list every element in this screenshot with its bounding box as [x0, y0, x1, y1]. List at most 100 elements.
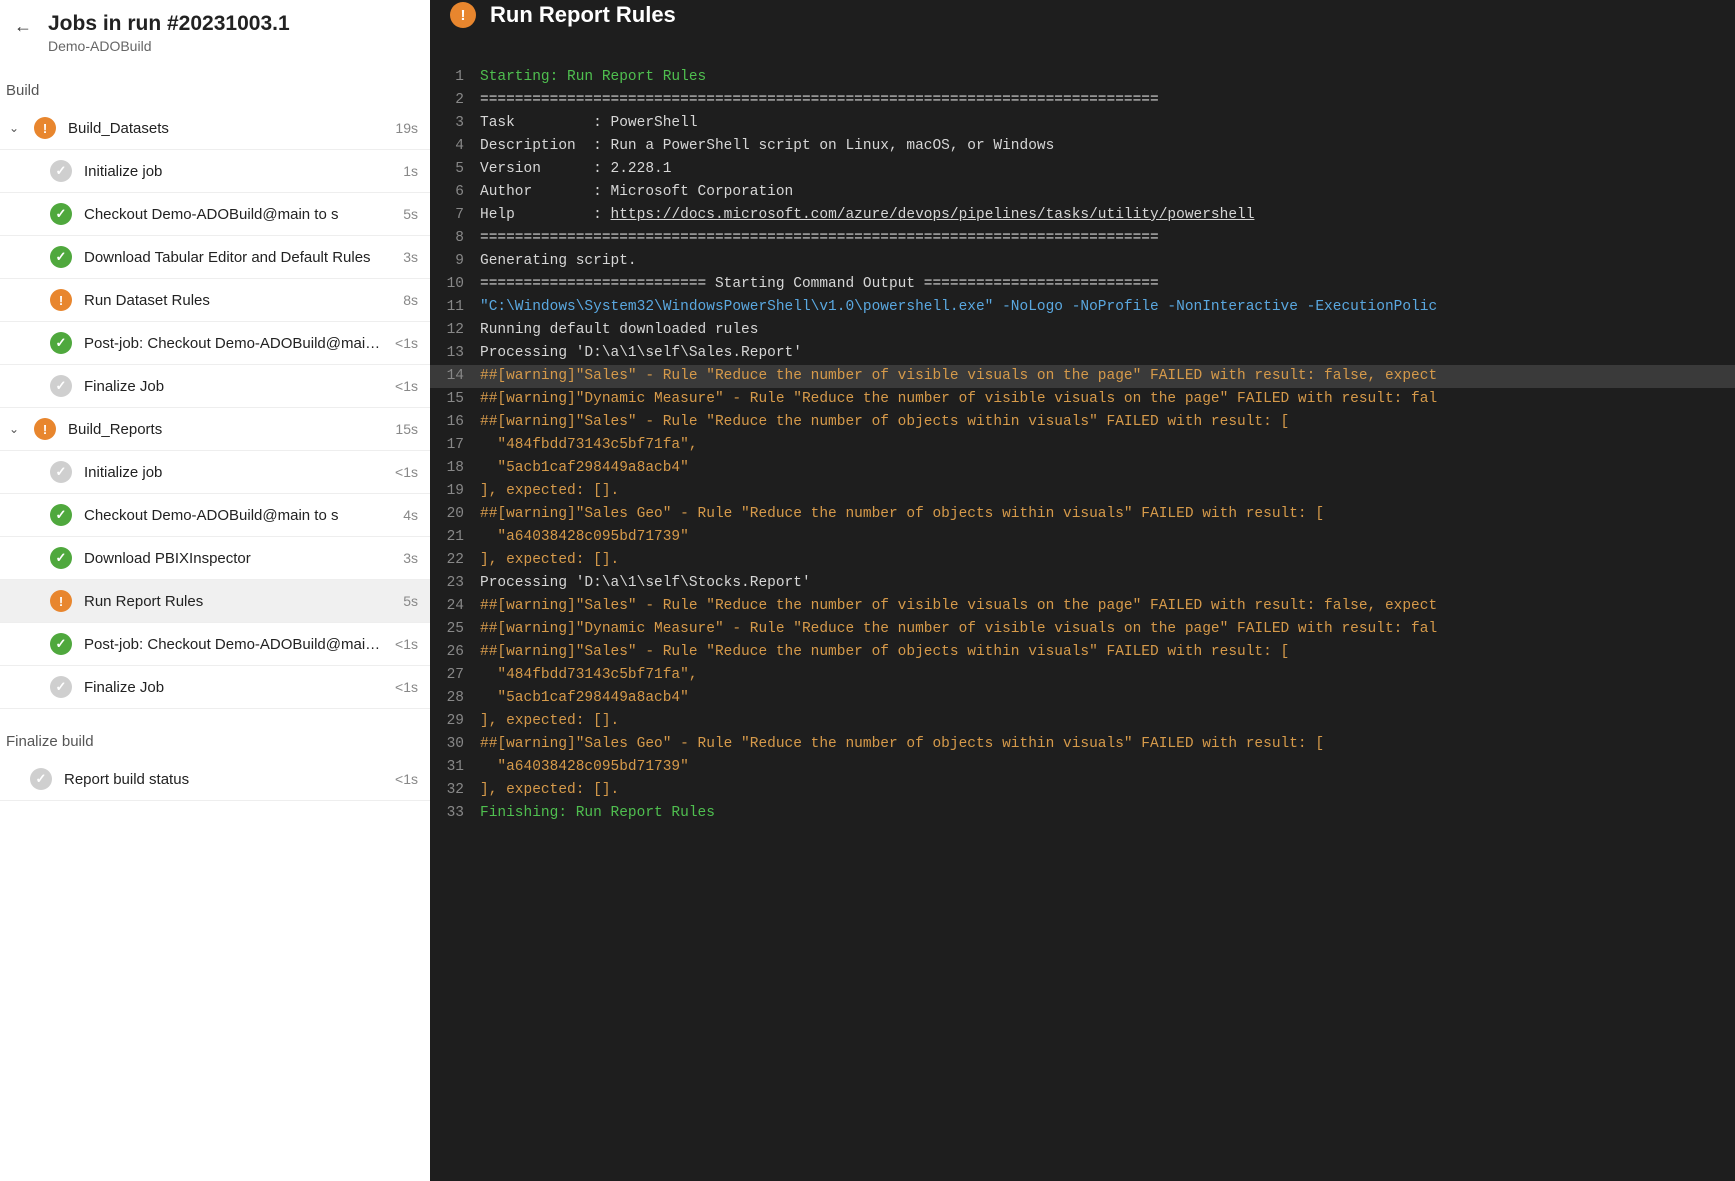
line-content: ##[warning]"Dynamic Measure" - Rule "Red… — [480, 388, 1735, 411]
log-line[interactable]: 13Processing 'D:\a\1\self\Sales.Report' — [430, 342, 1735, 365]
log-line[interactable]: 10========================== Starting Co… — [430, 273, 1735, 296]
line-number: 21 — [430, 526, 480, 549]
ok-icon: ✓ — [50, 633, 72, 655]
step-row[interactable]: ✓Finalize Job<1s — [0, 666, 430, 709]
line-number: 30 — [430, 733, 480, 756]
step-row[interactable]: !Run Dataset Rules8s — [0, 279, 430, 322]
skip-icon: ✓ — [50, 160, 72, 182]
line-content: ##[warning]"Sales" - Rule "Reduce the nu… — [480, 411, 1735, 434]
line-number: 20 — [430, 503, 480, 526]
ok-icon: ✓ — [50, 203, 72, 225]
line-content: ], expected: []. — [480, 549, 1735, 572]
step-label: Report build status — [64, 771, 383, 788]
log-line[interactable]: 29], expected: []. — [430, 710, 1735, 733]
step-duration: 8s — [403, 292, 418, 308]
step-row[interactable]: ✓Finalize Job<1s — [0, 365, 430, 408]
warning-icon: ! — [450, 2, 476, 28]
log-line[interactable]: 1Starting: Run Report Rules — [430, 66, 1735, 89]
stage-row[interactable]: ⌄! Build_Reports 15s — [0, 408, 430, 451]
line-content: ], expected: []. — [480, 480, 1735, 503]
warn-icon: ! — [34, 117, 56, 139]
log-line[interactable]: 31 "a64038428c095bd71739" — [430, 756, 1735, 779]
log-line[interactable]: 16##[warning]"Sales" - Rule "Reduce the … — [430, 411, 1735, 434]
stage-label: Build_Reports — [68, 421, 383, 438]
step-duration: 3s — [403, 550, 418, 566]
log-line[interactable]: 21 "a64038428c095bd71739" — [430, 526, 1735, 549]
step-row[interactable]: ✓Checkout Demo-ADOBuild@main to s4s — [0, 494, 430, 537]
chevron-down-icon[interactable]: ⌄ — [6, 422, 22, 436]
step-row[interactable]: ✓Download Tabular Editor and Default Rul… — [0, 236, 430, 279]
step-row[interactable]: ✓Report build status<1s — [0, 758, 430, 801]
log-line[interactable]: 3Task : PowerShell — [430, 112, 1735, 135]
log-line[interactable]: 12Running default downloaded rules — [430, 319, 1735, 342]
log-line[interactable]: 17 "484fbdd73143c5bf71fa", — [430, 434, 1735, 457]
step-row[interactable]: !Run Report Rules5s — [0, 580, 430, 623]
step-label: Checkout Demo-ADOBuild@main to s — [84, 507, 391, 524]
line-number: 7 — [430, 204, 480, 227]
line-content: ], expected: []. — [480, 779, 1735, 802]
warn-icon: ! — [34, 418, 56, 440]
step-label: Download Tabular Editor and Default Rule… — [84, 249, 391, 266]
log-output[interactable]: 1Starting: Run Report Rules2============… — [430, 34, 1735, 1181]
log-line[interactable]: 24##[warning]"Sales" - Rule "Reduce the … — [430, 595, 1735, 618]
ok-icon: ✓ — [50, 547, 72, 569]
log-line[interactable]: 9Generating script. — [430, 250, 1735, 273]
line-content: "484fbdd73143c5bf71fa", — [480, 434, 1735, 457]
log-line[interactable]: 28 "5acb1caf298449a8acb4" — [430, 687, 1735, 710]
stage-duration: 15s — [395, 421, 418, 437]
line-content: Running default downloaded rules — [480, 319, 1735, 342]
log-line[interactable]: 22], expected: []. — [430, 549, 1735, 572]
step-label: Initialize job — [84, 163, 391, 180]
back-arrow-icon[interactable]: ← — [8, 12, 38, 41]
jobs-sidebar: ← Jobs in run #20231003.1 Demo-ADOBuild … — [0, 0, 430, 1181]
log-line[interactable]: 20##[warning]"Sales Geo" - Rule "Reduce … — [430, 503, 1735, 526]
log-line[interactable]: 23Processing 'D:\a\1\self\Stocks.Report' — [430, 572, 1735, 595]
line-number: 5 — [430, 158, 480, 181]
line-number: 28 — [430, 687, 480, 710]
log-line[interactable]: 2=======================================… — [430, 89, 1735, 112]
step-duration: 5s — [403, 593, 418, 609]
line-number: 29 — [430, 710, 480, 733]
help-link[interactable]: https://docs.microsoft.com/azure/devops/… — [611, 207, 1255, 223]
log-line[interactable]: 5Version : 2.228.1 — [430, 158, 1735, 181]
line-content: ========================== Starting Comm… — [480, 273, 1735, 296]
line-content: ========================================… — [480, 227, 1735, 250]
line-content: ##[warning]"Dynamic Measure" - Rule "Red… — [480, 618, 1735, 641]
log-line[interactable]: 7Help : https://docs.microsoft.com/azure… — [430, 204, 1735, 227]
log-line[interactable]: 25##[warning]"Dynamic Measure" - Rule "R… — [430, 618, 1735, 641]
log-line[interactable]: 15##[warning]"Dynamic Measure" - Rule "R… — [430, 388, 1735, 411]
step-label: Initialize job — [84, 464, 383, 481]
ok-icon: ✓ — [50, 332, 72, 354]
log-line[interactable]: 30##[warning]"Sales Geo" - Rule "Reduce … — [430, 733, 1735, 756]
finalize-list: ✓Report build status<1s — [0, 758, 430, 801]
log-line[interactable]: 19], expected: []. — [430, 480, 1735, 503]
log-line[interactable]: 27 "484fbdd73143c5bf71fa", — [430, 664, 1735, 687]
step-row[interactable]: ✓Checkout Demo-ADOBuild@main to s5s — [0, 193, 430, 236]
step-row[interactable]: ✓Post-job: Checkout Demo-ADOBuild@main t… — [0, 322, 430, 365]
log-line[interactable]: 33Finishing: Run Report Rules — [430, 802, 1735, 825]
log-line[interactable]: 14##[warning]"Sales" - Rule "Reduce the … — [430, 365, 1735, 388]
log-line[interactable]: 26##[warning]"Sales" - Rule "Reduce the … — [430, 641, 1735, 664]
line-content: ##[warning]"Sales" - Rule "Reduce the nu… — [480, 641, 1735, 664]
log-line[interactable]: 11"C:\Windows\System32\WindowsPowerShell… — [430, 296, 1735, 319]
step-row[interactable]: ✓Post-job: Checkout Demo-ADOBuild@main t… — [0, 623, 430, 666]
log-line[interactable]: 8=======================================… — [430, 227, 1735, 250]
line-number: 32 — [430, 779, 480, 802]
line-content: Help : https://docs.microsoft.com/azure/… — [480, 204, 1735, 227]
log-line[interactable]: 32], expected: []. — [430, 779, 1735, 802]
log-line[interactable]: 4Description : Run a PowerShell script o… — [430, 135, 1735, 158]
step-row[interactable]: ✓Initialize job<1s — [0, 451, 430, 494]
line-number: 15 — [430, 388, 480, 411]
log-line[interactable]: 6Author : Microsoft Corporation — [430, 181, 1735, 204]
line-content: "484fbdd73143c5bf71fa", — [480, 664, 1735, 687]
chevron-down-icon[interactable]: ⌄ — [6, 121, 22, 135]
line-number: 13 — [430, 342, 480, 365]
step-label: Checkout Demo-ADOBuild@main to s — [84, 206, 391, 223]
line-number: 33 — [430, 802, 480, 825]
step-row[interactable]: ✓Initialize job1s — [0, 150, 430, 193]
stage-row[interactable]: ⌄!Build_Datasets19s — [0, 107, 430, 150]
log-panel: ! Run Report Rules 1Starting: Run Report… — [430, 0, 1735, 1181]
step-row[interactable]: ✓Download PBIXInspector3s — [0, 537, 430, 580]
line-number: 4 — [430, 135, 480, 158]
log-line[interactable]: 18 "5acb1caf298449a8acb4" — [430, 457, 1735, 480]
